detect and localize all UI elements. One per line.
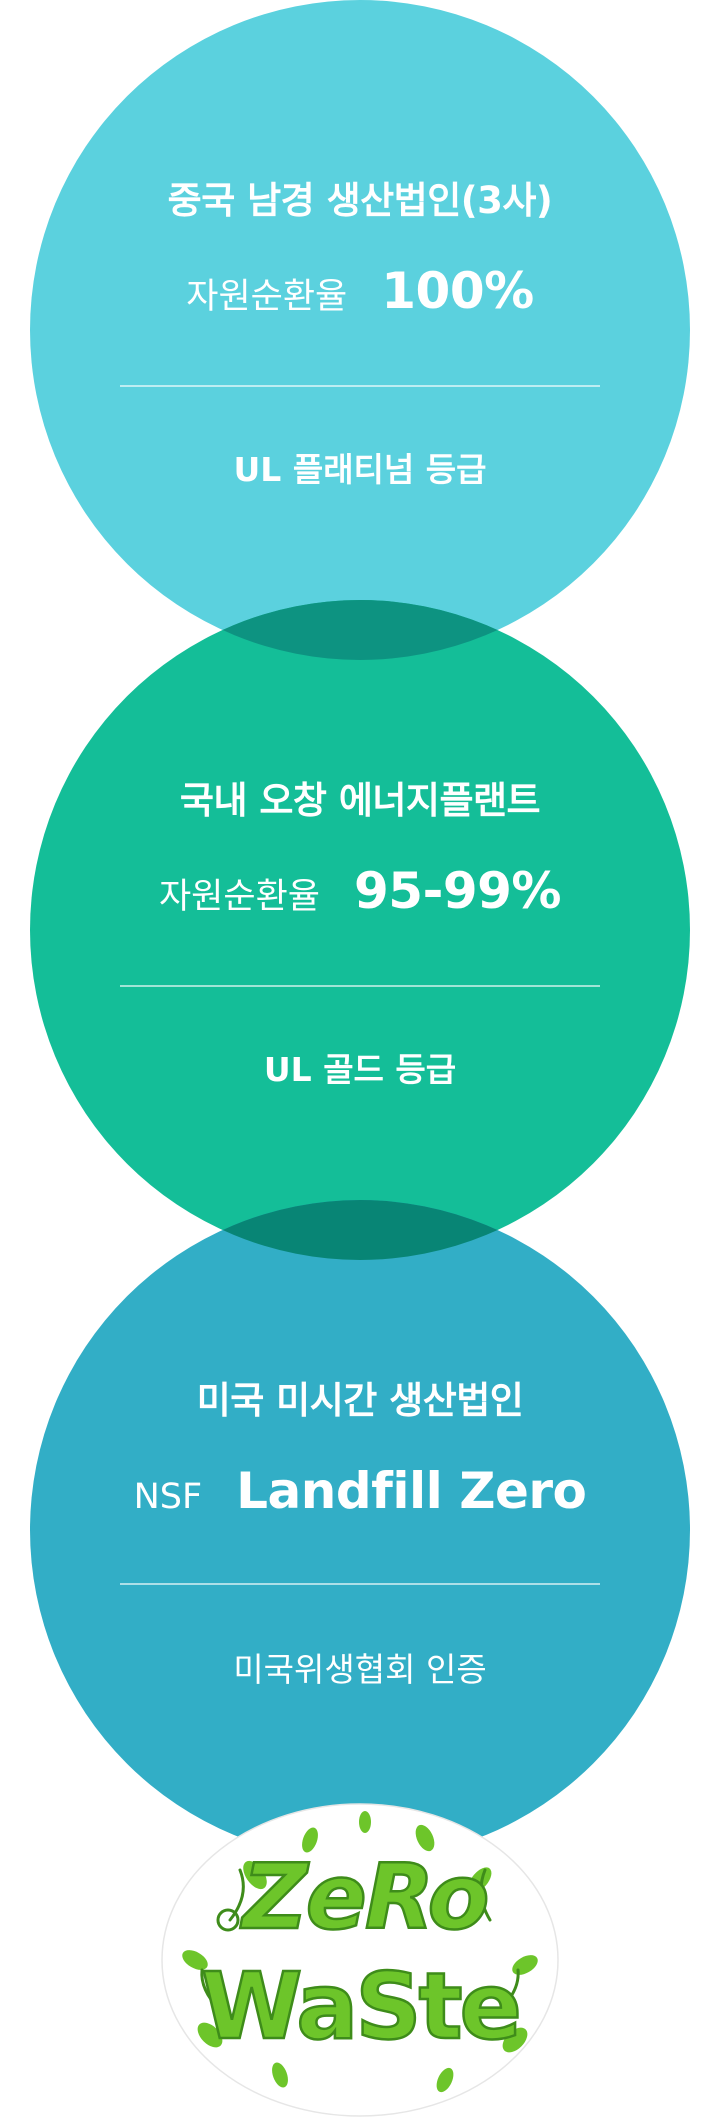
site-2-metric: 자원순환율 95-99% [30, 862, 690, 920]
site-1-metric-label: 자원순환율 [186, 277, 348, 317]
site-1-certification: UL 플래티넘 등급 [233, 450, 487, 489]
site-3-certification: 미국위생협회 인증 [233, 1650, 487, 1689]
site-1-metric-value: 100% [381, 262, 534, 320]
site-3-circle [30, 1200, 690, 1860]
site-1-circle [30, 0, 690, 660]
logo-line-2: WaSte [201, 1953, 519, 2060]
site-2-circle [30, 600, 690, 1260]
site-2-certification: UL 골드 등급 [263, 1050, 457, 1089]
site-3-divider [120, 1583, 600, 1585]
site-3-metric: NSF Landfill Zero [30, 1462, 690, 1520]
logo-line-1: ZeRo [240, 1845, 488, 1950]
zero-waste-logo: ZeRo WaSte [160, 1800, 560, 2118]
site-3-metric-label: NSF [133, 1477, 203, 1517]
site-1-title: 중국 남경 생산법인(3사) [167, 179, 553, 222]
site-3-metric-value: Landfill Zero [236, 1462, 587, 1520]
site-2-title: 국내 오창 에너지플랜트 [179, 779, 541, 822]
site-1-metric: 자원순환율 100% [30, 262, 690, 320]
site-1-divider [120, 385, 600, 387]
site-2-metric-value: 95-99% [354, 862, 562, 920]
site-2-divider [120, 985, 600, 987]
site-3-title: 미국 미시간 생산법인 [196, 1379, 524, 1422]
site-2-metric-label: 자원순환율 [158, 877, 320, 917]
